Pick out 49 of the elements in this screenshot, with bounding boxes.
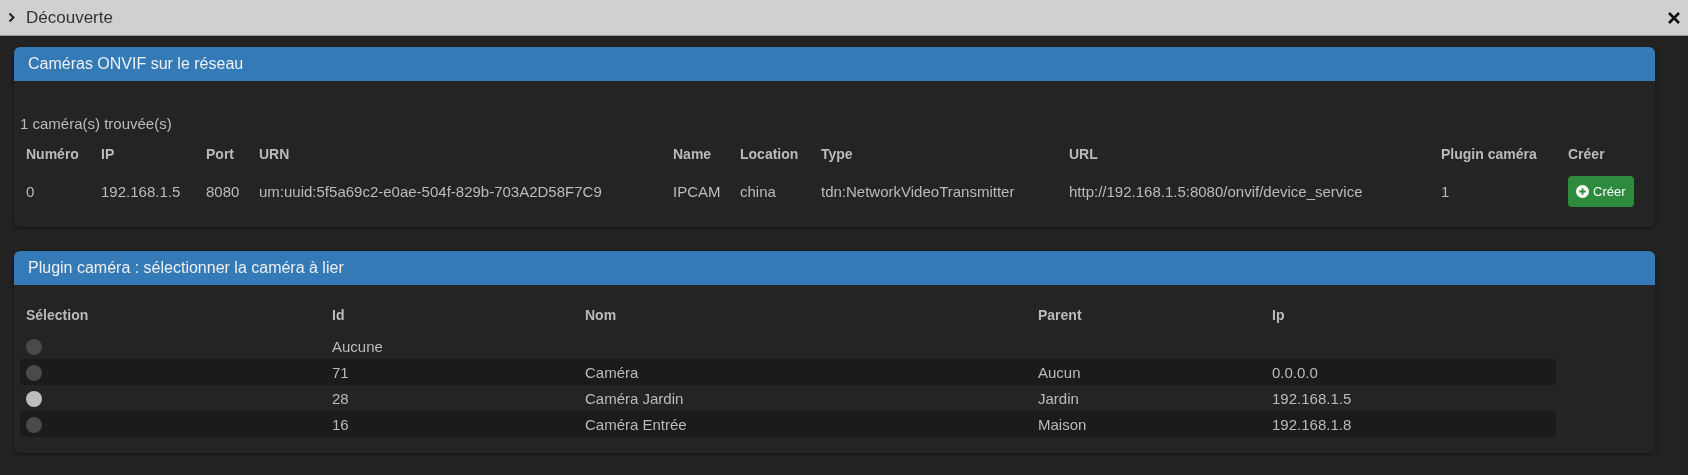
create-button[interactable]: Créer: [1568, 176, 1634, 207]
radio-button[interactable]: [26, 417, 42, 434]
window-title: Découverte: [26, 7, 114, 28]
column-header: Type: [820, 145, 854, 164]
table-cell: Jardin: [1038, 389, 1079, 407]
column-header: Plugin caméra: [1440, 145, 1538, 164]
table-cell: 0.0.0.0: [1272, 363, 1318, 381]
radio-button[interactable]: [26, 365, 42, 382]
table-cell: 192.168.1.5: [101, 183, 181, 200]
table-cell: 192.168.1.5: [1272, 389, 1352, 407]
column-header: Numéro: [25, 145, 80, 164]
column-header: IP: [100, 145, 116, 164]
table-cell: tdn:NetworkVideoTransmitter: [821, 183, 1015, 200]
chevron-icon[interactable]: [8, 12, 16, 23]
column-header: URL: [1068, 145, 1099, 164]
column-header: Ip: [1271, 306, 1286, 325]
plus-circle-icon: [1576, 185, 1589, 198]
table-cell: Caméra Entrée: [585, 415, 687, 433]
table-cell: http://192.168.1.5:8080/onvif/device_service: [1069, 183, 1363, 200]
panel-heading: Plugin caméra : sélectionner la caméra à lier: [14, 251, 1655, 285]
table-cell: 0: [26, 183, 35, 200]
column-header: Port: [205, 145, 235, 164]
column-header: Sélection: [25, 306, 90, 325]
table-cell: Aucun: [1038, 363, 1081, 381]
column-header: Id: [331, 306, 346, 325]
table-cell: 1: [1441, 183, 1450, 200]
table-cell: 8080: [206, 183, 240, 200]
table-cell: IPCAM: [673, 183, 721, 200]
panel-heading: Caméras ONVIF sur le réseau: [14, 47, 1655, 81]
column-header: URN: [258, 145, 291, 164]
column-header: Parent: [1037, 306, 1083, 325]
column-header: Créer: [1567, 145, 1606, 164]
table-cell: Aucune: [332, 337, 383, 355]
table-cell: 28: [332, 389, 349, 407]
table-cell: 192.168.1.8: [1272, 415, 1352, 433]
radio-button[interactable]: [26, 339, 42, 356]
radio-button[interactable]: [26, 391, 42, 408]
table-cell: 71: [332, 363, 349, 381]
column-header: Nom: [584, 306, 618, 325]
column-header: Name: [672, 145, 713, 164]
table-cell: Maison: [1038, 415, 1087, 433]
camera-count: 1 caméra(s) trouvée(s): [20, 115, 173, 132]
table-cell: Caméra: [585, 363, 639, 381]
table-cell: um:uuid:5f5a69c2-e0ae-504f-829b-703A2D58F7C9: [259, 183, 602, 200]
column-header: Location: [739, 145, 800, 164]
table-cell: 16: [332, 415, 349, 433]
table-cell: Caméra Jardin: [585, 389, 684, 407]
close-icon[interactable]: [1668, 11, 1680, 24]
table-cell: china: [740, 183, 776, 200]
